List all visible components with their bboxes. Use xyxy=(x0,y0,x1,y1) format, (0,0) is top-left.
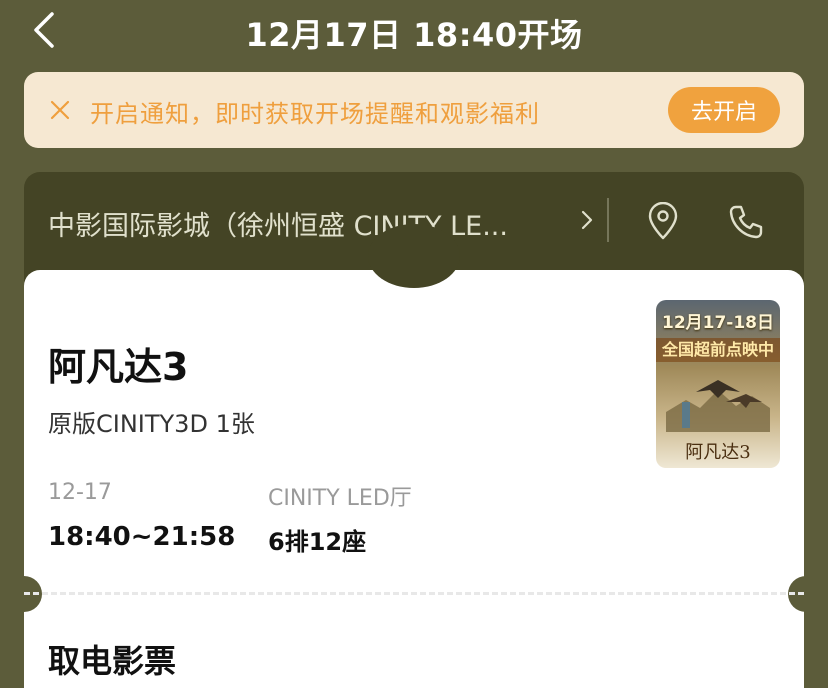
poster-banner-date: 12月17-18日 xyxy=(661,313,775,333)
cinema-name-link[interactable]: 中影国际影城（徐州恒盛 CINITY LE... xyxy=(48,204,558,243)
ticket-card: 阿凡达3 原版CINITY3D 1张 12-17 18:40~21:58 CIN… xyxy=(24,224,804,688)
dashed-divider xyxy=(24,592,804,595)
movie-format: 原版CINITY3D 1张 xyxy=(48,410,255,438)
notification-banner: 开启通知，即时获取开场提醒和观影福利 去开启 xyxy=(24,72,804,148)
page-title: 12月17日 18:40开场 xyxy=(245,16,583,54)
seat-info: 6排12座 xyxy=(268,528,367,556)
chevron-right-icon[interactable] xyxy=(579,208,595,232)
show-time: 18:40~21:58 xyxy=(48,522,236,552)
poster-banner-text: 全国超前点映中 xyxy=(656,338,780,362)
movie-poster[interactable]: 12月17-18日 全国超前点映中 阿凡达3 xyxy=(656,300,780,468)
enable-notification-button[interactable]: 去开启 xyxy=(668,87,780,133)
poster-title: 阿凡达3 xyxy=(685,442,751,463)
divider xyxy=(607,198,609,242)
section-title: 取电影票 xyxy=(48,642,177,680)
navigation-bar: 12月17日 18:40开场 xyxy=(0,0,828,60)
ticket-notch xyxy=(368,224,460,288)
close-icon[interactable] xyxy=(48,98,72,122)
poster-artwork xyxy=(666,380,770,432)
show-date: 12-17 xyxy=(48,480,112,505)
notice-text: 开启通知，即时获取开场提醒和观影福利 xyxy=(90,100,540,128)
movie-title: 阿凡达3 xyxy=(48,345,189,389)
hall-name: CINITY LED厅 xyxy=(268,486,412,511)
phone-icon[interactable] xyxy=(728,204,764,240)
location-pin-icon[interactable] xyxy=(646,202,680,240)
